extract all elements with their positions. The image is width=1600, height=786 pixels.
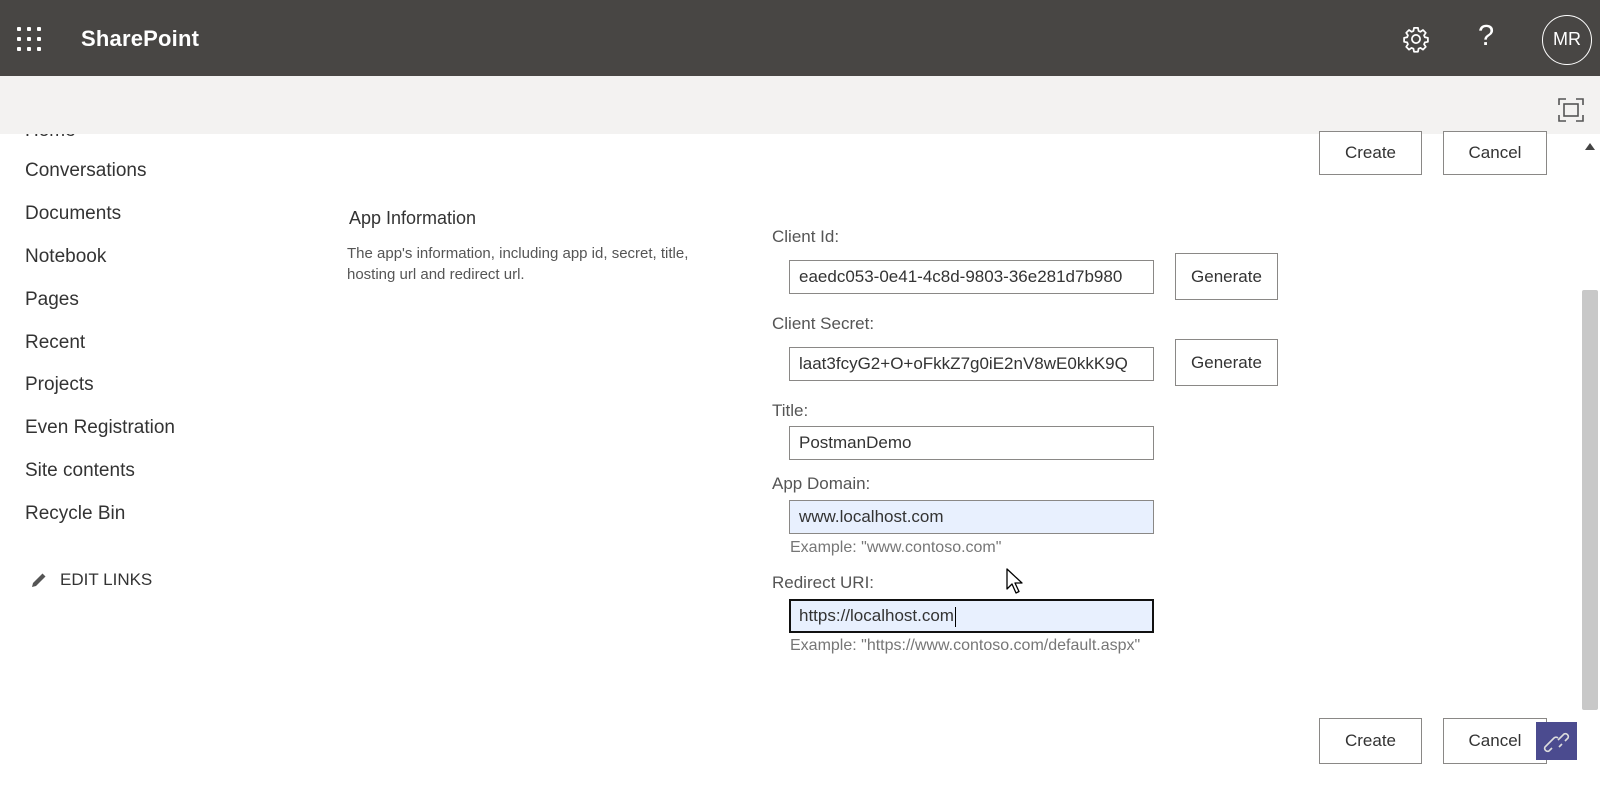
app-domain-label: App Domain: [772,474,871,493]
app-launcher-icon[interactable] [17,27,43,51]
title-input[interactable]: PostmanDemo [789,426,1154,460]
scrollbar-thumb[interactable] [1582,290,1598,710]
avatar[interactable]: MR [1542,15,1592,65]
nav-item-pages[interactable]: Pages [25,289,79,311]
focus-mode-icon[interactable] [1558,98,1584,122]
nav-item-site-contents[interactable]: Site contents [25,460,135,482]
client-id-input[interactable]: eaedc053-0e41-4c8d-9803-36e281d7b980 [789,260,1154,294]
nav-item-documents[interactable]: Documents [25,203,121,225]
redirect-uri-input[interactable]: https://localhost.com [789,599,1154,633]
nav-item-recent[interactable]: Recent [25,332,85,354]
cancel-button-bottom[interactable]: Cancel [1443,718,1547,764]
client-id-label: Client Id: [772,227,840,246]
app-domain-input[interactable]: www.localhost.com [789,500,1154,534]
create-button-top[interactable]: Create [1319,131,1422,175]
redirect-uri-value: https://localhost.com [799,606,954,625]
recording-widget[interactable] [1536,722,1577,760]
generate-client-id-button[interactable]: Generate [1175,253,1278,300]
redirect-uri-label: Redirect URI: [772,573,875,592]
nav-item-conversations[interactable]: Conversations [25,160,146,182]
help-icon[interactable]: ? [1478,20,1494,53]
section-title: App Information [349,208,477,228]
redirect-uri-example: Example: "https://www.contoso.com/defaul… [790,637,1141,654]
brand-title[interactable]: SharePoint [81,26,199,52]
generate-client-secret-button[interactable]: Generate [1175,339,1278,386]
cancel-button-top[interactable]: Cancel [1443,131,1547,175]
nav-item-notebook[interactable]: Notebook [25,246,106,268]
app-domain-example: Example: "www.contoso.com" [790,539,1002,556]
nav-item-recycle-bin[interactable]: Recycle Bin [25,503,125,525]
title-label: Title: [772,401,809,420]
nav-item-even-registration[interactable]: Even Registration [25,417,175,439]
pencil-icon [32,573,46,587]
section-description: The app's information, including app id,… [347,245,689,283]
client-secret-label: Client Secret: [772,314,875,333]
left-navigation: Home Conversations Documents Notebook Pa… [0,134,320,786]
edit-links-label: EDIT LINKS [60,570,153,589]
nav-item-projects[interactable]: Projects [25,374,94,396]
nav-item-home[interactable]: Home [25,134,76,142]
client-secret-input[interactable]: laat3fcyG2+O+oFkkZ7g0iE2nV8wE0kkK9Q [789,347,1154,381]
suite-bar: SharePoint ? MR [0,0,1600,76]
create-button-bottom[interactable]: Create [1319,718,1422,764]
command-bar [0,76,1600,134]
mouse-pointer-icon [1006,568,1023,594]
gear-icon[interactable] [1402,25,1430,53]
text-caret [954,606,956,627]
link-icon [1543,732,1570,753]
edit-links-button[interactable]: EDIT LINKS [30,570,152,590]
scroll-up-arrow-icon[interactable] [1585,143,1595,150]
